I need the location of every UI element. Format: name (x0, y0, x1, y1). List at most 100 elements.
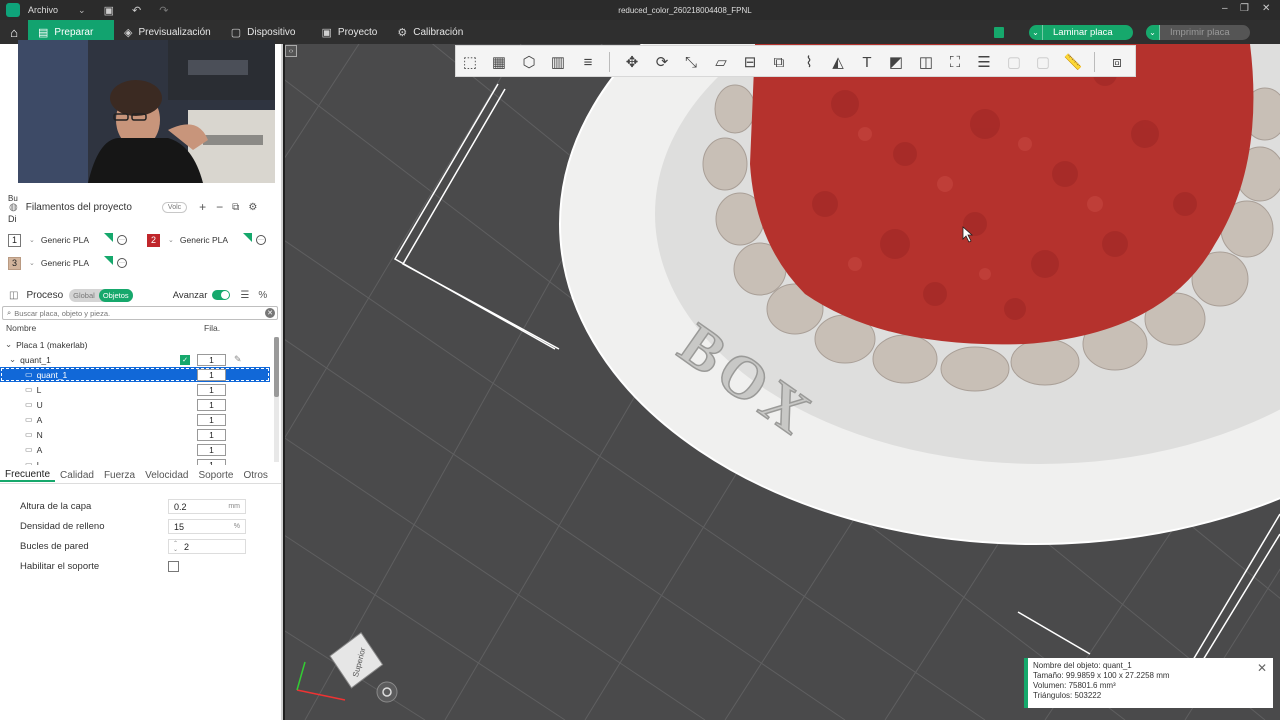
tab-project[interactable]: ▣ Proyecto (312, 20, 388, 44)
part-count[interactable]: 1 (197, 458, 226, 465)
arrange-icon[interactable]: ▥ (548, 52, 568, 72)
list-item[interactable]: ▭ A 1 (0, 412, 270, 427)
part-icon: ▭ (25, 370, 33, 379)
list-item[interactable]: ▭ I 1 (0, 457, 270, 465)
3d-viewport[interactable]: BOX Superior (285, 44, 1280, 720)
process-scope-toggle[interactable]: Global Objetos (69, 288, 133, 302)
layers-icon[interactable]: ≡ (578, 52, 598, 72)
minimize-icon[interactable]: – (1222, 3, 1228, 14)
list-item[interactable]: ⌄ quant_1 ✓ 1 ✎ (0, 352, 270, 367)
infill-field[interactable]: 15 % (168, 519, 246, 534)
tab-otros[interactable]: Otros (238, 470, 272, 481)
scale-icon[interactable]: ⤡ (681, 52, 701, 72)
recenter-view-icon[interactable] (376, 681, 398, 703)
support-checkbox[interactable] (168, 561, 179, 572)
list-item[interactable]: ▭ L 1 (0, 382, 270, 397)
part-count[interactable]: 1 (197, 398, 226, 411)
filament-slot-2[interactable]: 2 ⌄ Generic PLA ··· (147, 233, 266, 247)
list-item[interactable]: ▭ N 1 (0, 427, 270, 442)
advanced-toggle[interactable] (212, 290, 231, 300)
walls-stepper[interactable]: ⌃ ⌄ 2 (168, 539, 246, 554)
text-tool-icon[interactable]: T (857, 52, 877, 72)
collapse-panel-icon[interactable]: ‹› (285, 45, 297, 57)
object-count[interactable]: 1 (197, 353, 226, 366)
object-info-panel: Nombre del objeto: quant_1 Tamaño: 99.98… (1024, 658, 1273, 708)
filament-slot-3[interactable]: 3 ⌄ Generic PLA ··· (8, 256, 127, 270)
chevron-down-icon[interactable]: ⌄ (9, 354, 16, 365)
slice-plate-button[interactable]: ⌄ Laminar placa (1029, 25, 1133, 40)
list-item[interactable]: ▭ quant_1 1 (0, 367, 270, 382)
check-icon[interactable]: ✓ (180, 354, 190, 365)
scope-global[interactable]: Global (69, 291, 99, 300)
list-item[interactable]: ▭ A 1 (0, 442, 270, 457)
filaments-chip[interactable]: Volc (161, 201, 188, 213)
part-count[interactable]: 1 (197, 383, 226, 396)
fit-view-icon[interactable]: ⛶ (945, 52, 965, 72)
stepper-arrows-icon[interactable]: ⌃ ⌄ (173, 541, 178, 553)
more-options-icon[interactable]: ··· (117, 258, 127, 268)
list-item[interactable]: ⌄ Placa 1 (makerlab) (0, 337, 270, 352)
tab-fuerza[interactable]: Fuerza (99, 470, 140, 481)
part-count[interactable]: 1 (197, 443, 226, 456)
object-list-scrollbar[interactable] (274, 337, 279, 462)
tab-velocidad[interactable]: Velocidad (140, 470, 193, 481)
scope-objects[interactable]: Objetos (98, 288, 133, 302)
tab-calibration[interactable]: ⚙ Calibración (387, 20, 473, 44)
tab-frecuente[interactable]: Frecuente (0, 469, 56, 482)
more-options-icon[interactable]: ··· (117, 235, 127, 245)
object-search[interactable]: ⌕ Buscar placa, objeto y pieza. ✕ (2, 306, 278, 320)
sync-icon[interactable]: ⧉ (232, 202, 239, 213)
filament-number: 1 (8, 233, 21, 247)
tab-calidad[interactable]: Calidad (55, 470, 99, 481)
list-icon[interactable]: ☰ (240, 290, 249, 301)
orient-icon[interactable]: ⬡ (519, 52, 539, 72)
clear-search-icon[interactable]: ✕ (265, 308, 275, 318)
cut-icon[interactable]: ⊟ (740, 52, 760, 72)
close-icon[interactable]: ✕ (1262, 3, 1270, 14)
color-paint-icon[interactable]: ◭ (828, 52, 848, 72)
percent-icon[interactable]: % (258, 290, 267, 301)
object-toolbar: ⬚ ▦ ⬡ ▥ ≡ ✥ ⟳ ⤡ ⏥ ⊟ ⧉ ⌇ ◭ T ◩ ◫ ⛶ ☰ ▢ ▢ … (455, 45, 1136, 77)
print-plate-button[interactable]: ⌄ Imprimir placa (1146, 25, 1250, 40)
filament-select[interactable]: ⌄ Generic PLA (29, 233, 113, 247)
chevron-down-icon[interactable]: ⌄ (5, 339, 12, 350)
add-object-icon[interactable]: ⬚ (460, 52, 480, 72)
filament-select[interactable]: ⌄ Generic PLA (168, 233, 252, 247)
move-icon[interactable]: ✥ (622, 52, 642, 72)
list-item[interactable]: ▭ U 1 (0, 397, 270, 412)
remove-icon[interactable]: − (216, 200, 223, 214)
variable-layer-icon[interactable]: ☰ (974, 52, 994, 72)
walls-label: Bucles de pared (20, 541, 89, 552)
part-icon: ▭ (25, 460, 33, 465)
close-icon[interactable]: ✕ (1257, 662, 1267, 674)
chevron-down-icon: ⌄ (168, 237, 174, 244)
part-count[interactable]: 1 (197, 368, 226, 381)
build-plate-scene[interactable]: BOX Superior (285, 44, 1280, 720)
filament-slot-1[interactable]: 1 ⌄ Generic PLA ··· (8, 233, 127, 247)
chevron-down-icon[interactable]: ⌄ (1146, 25, 1160, 40)
measure-icon[interactable]: 📏 (1063, 52, 1083, 72)
maximize-icon[interactable]: ❐ (1240, 3, 1249, 14)
edit-icon[interactable]: ✎ (234, 354, 242, 365)
column-fila[interactable]: Fila. (204, 323, 220, 333)
more-options-icon[interactable]: ··· (256, 235, 266, 245)
boolean-icon[interactable]: ⧉ (769, 52, 789, 72)
column-name[interactable]: Nombre (6, 323, 36, 333)
part-count[interactable]: 1 (197, 413, 226, 426)
add-icon[interactable]: + (199, 200, 206, 214)
plate-grid-icon[interactable]: ▦ (489, 52, 509, 72)
chevron-down-icon[interactable]: ⌄ (1029, 25, 1043, 40)
plate-sheet-icon[interactable] (994, 27, 1004, 38)
lay-on-face-icon[interactable]: ⏥ (711, 52, 731, 72)
navigation-cube[interactable]: Superior (327, 630, 386, 690)
tab-soporte[interactable]: Soporte (193, 470, 238, 481)
assembly-icon[interactable]: ◫ (916, 52, 936, 72)
layer-height-field[interactable]: 0.2 mm (168, 499, 246, 514)
rotate-icon[interactable]: ⟳ (652, 52, 672, 72)
support-paint-icon[interactable]: ⌇ (799, 52, 819, 72)
settings-icon[interactable]: ⚙ (248, 202, 257, 213)
seam-icon[interactable]: ◩ (886, 52, 906, 72)
assemble-view-icon[interactable]: ⧈ (1107, 52, 1127, 72)
filament-select[interactable]: ⌄ Generic PLA (29, 256, 113, 270)
part-count[interactable]: 1 (197, 428, 226, 441)
